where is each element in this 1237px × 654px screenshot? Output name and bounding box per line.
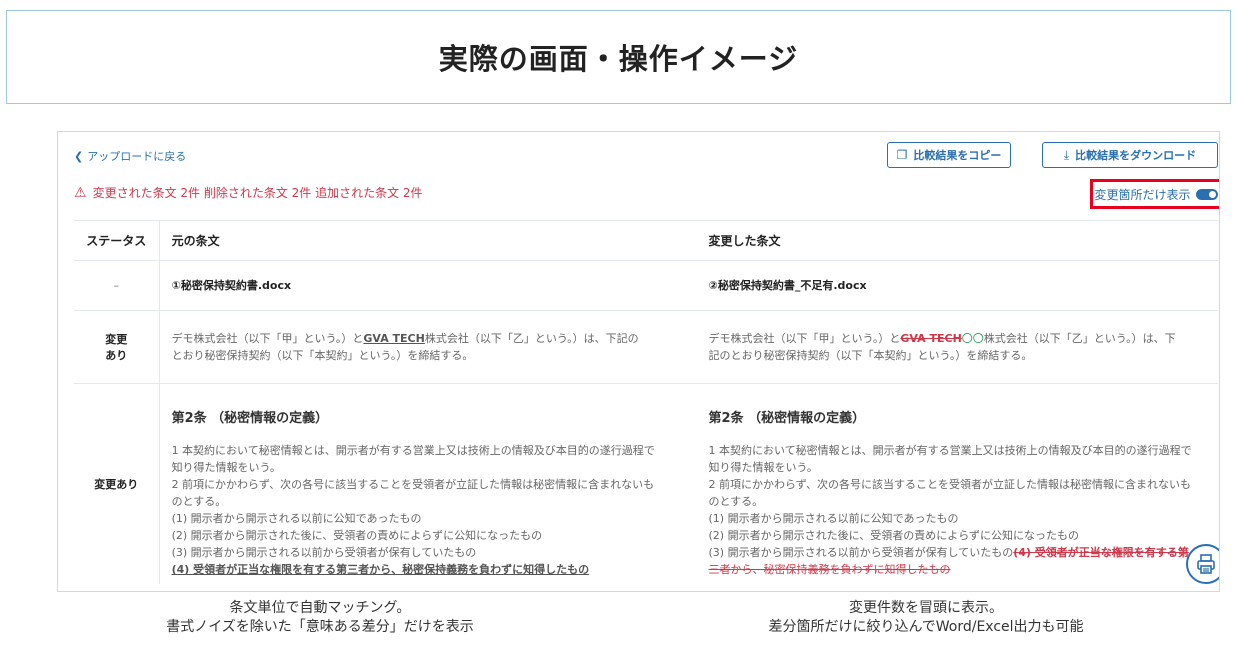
status-cell: – [74, 260, 160, 311]
changed-article: 第2条 （秘密情報の定義） 1 本契約において秘密情報とは、開示者が有する営業上… [688, 383, 1218, 584]
table-row: – ①秘密保持契約書.docx ②秘密保持契約書_不足有.docx [74, 260, 1218, 311]
changes-only-toggle[interactable] [1195, 188, 1218, 200]
print-icon [1197, 554, 1215, 574]
banner-title: 実際の画面・操作イメージ [438, 42, 799, 76]
original-article: 第2条 （秘密情報の定義） 1 本契約において秘密情報とは、開示者が有する営業上… [159, 383, 689, 584]
original-file-name: ①秘密保持契約書.docx [159, 260, 689, 311]
change-summary: ⚠ 変更された条文 2件 削除された条文 2件 追加された条文 2件 [74, 184, 423, 201]
download-results-button[interactable]: ⤓ 比較結果をダウンロード [1042, 142, 1218, 168]
print-button[interactable] [1186, 544, 1219, 584]
comparison-table: ステータス 元の条文 変更した条文 – ①秘密保持契約書.docx ②秘密保持契… [74, 220, 1218, 584]
header-banner: 実際の画面・操作イメージ [6, 10, 1231, 104]
copy-button-label: 比較結果をコピー [913, 149, 1002, 162]
copy-results-button[interactable]: ❐ 比較結果をコピー [887, 142, 1011, 168]
caption-right: 変更件数を冒頭に表示。 差分箇所だけに絞り込んでWord/Excel出力も可能 [768, 600, 1084, 635]
table-header-row: ステータス 元の条文 変更した条文 [74, 220, 1218, 261]
original-column-header: 元の条文 [159, 220, 689, 261]
chevron-left-icon: ❮ [74, 149, 84, 163]
download-icon: ⤓ [1063, 147, 1070, 162]
changes-only-filter: 変更箇所だけ表示 [1090, 179, 1219, 209]
download-button-label: 比較結果をダウンロード [1075, 149, 1197, 162]
status-column-header: ステータス [74, 220, 160, 261]
back-link-label: アップロードに戻る [87, 150, 187, 163]
inserted-text: (4) 受領者が正当な権限を有する第三者から、秘密保持義務を負わずに知得したもの [171, 562, 590, 576]
caption-left: 条文単位で自動マッチング。 書式ノイズを除いた「意味ある差分」だけを表示 [166, 600, 474, 635]
back-to-upload-link[interactable]: ❮ アップロードに戻る [74, 148, 186, 164]
deleted-text: (4) 受領者が正当な権限を有する第 [1013, 545, 1189, 559]
deleted-text: 三者から、秘密保持義務を負わずに知得したもの [708, 562, 951, 576]
inserted-text: GVA TECH [363, 331, 425, 345]
summary-text: 変更された条文 2件 削除された条文 2件 追加された条文 2件 [92, 186, 423, 200]
status-cell: 変更あり [74, 383, 160, 584]
app-screenshot-frame: ❮ アップロードに戻る ❐ 比較結果をコピー ⤓ 比較結果をダウンロード ⚠ 変… [57, 131, 1220, 592]
added-text: 〇〇 [961, 331, 984, 345]
table-row: 変更 あり デモ株式会社（以下「甲」という。）とGVA TECH株式会社（以下「… [74, 310, 1218, 384]
warning-icon: ⚠ [74, 184, 87, 201]
table-row: 変更あり 第2条 （秘密情報の定義） 1 本契約において秘密情報とは、開示者が有… [74, 383, 1218, 584]
status-cell: 変更 あり [74, 310, 160, 384]
changed-clause: デモ株式会社（以下「甲」という。）とGVA TECH〇〇株式会社（以下「乙」とい… [688, 310, 1218, 384]
original-clause: デモ株式会社（以下「甲」という。）とGVA TECH株式会社（以下「乙」という。… [159, 310, 689, 384]
deleted-text: GVA TECH [900, 331, 962, 345]
changed-column-header: 変更した条文 [688, 220, 1218, 261]
changed-file-name: ②秘密保持契約書_不足有.docx [688, 260, 1218, 311]
filter-label: 変更箇所だけ表示 [1094, 187, 1191, 202]
copy-icon: ❐ [896, 148, 908, 162]
